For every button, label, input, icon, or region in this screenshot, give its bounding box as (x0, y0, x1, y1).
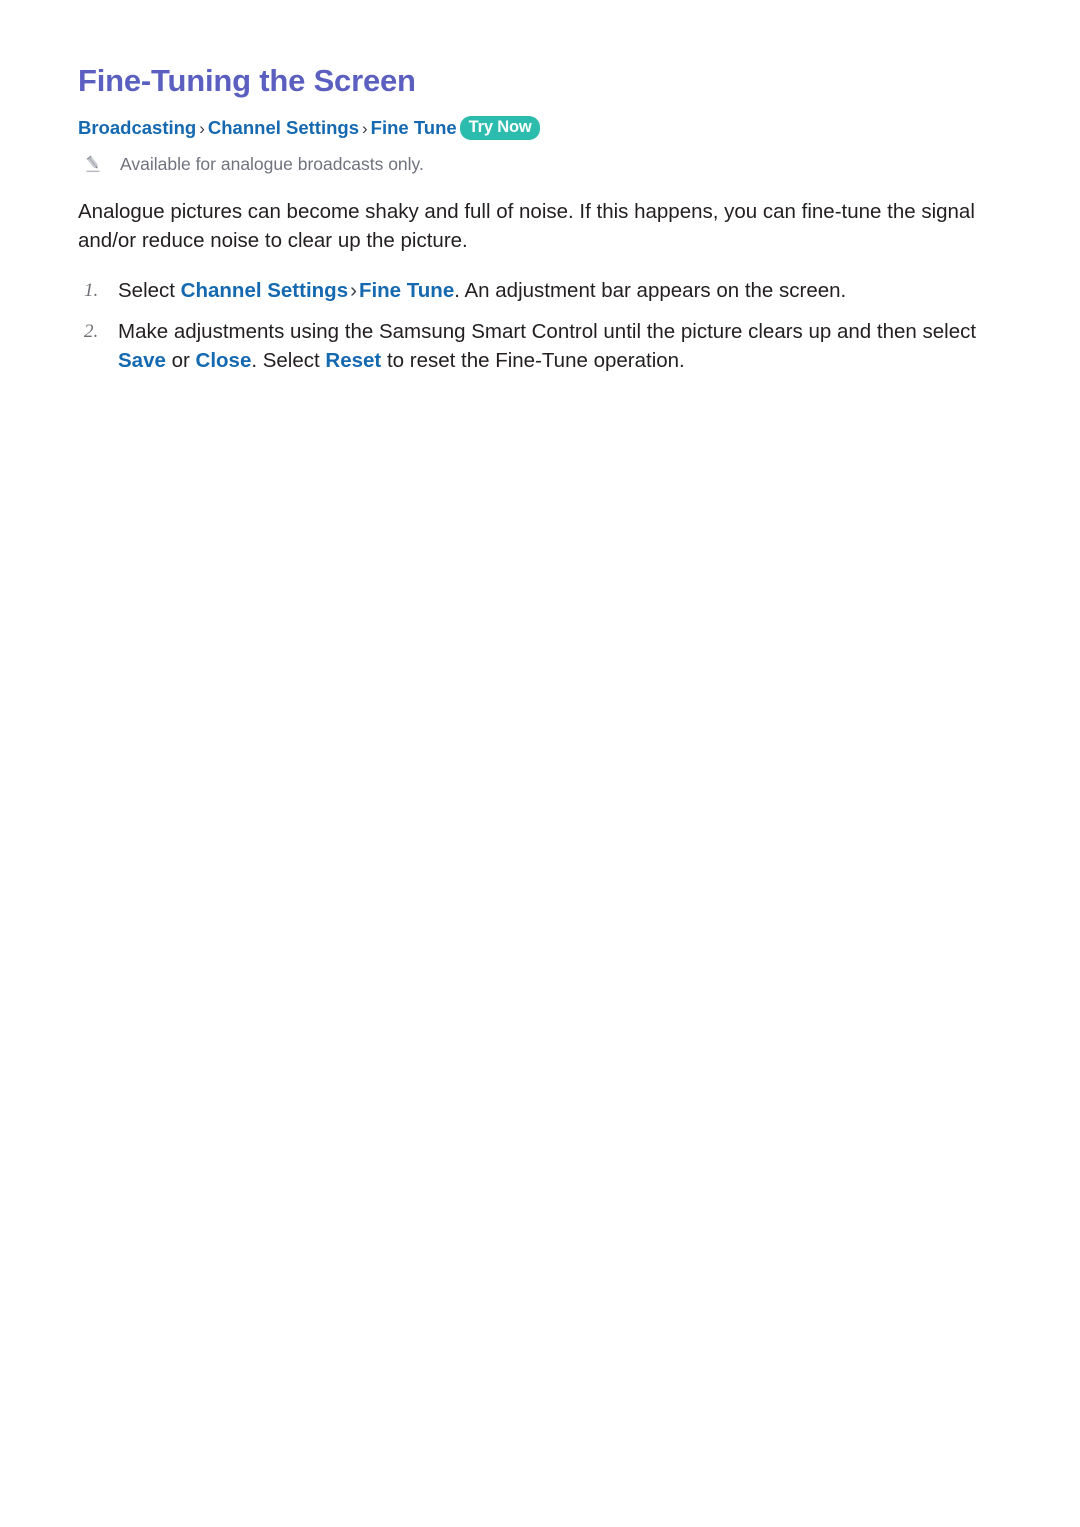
intro-paragraph: Analogue pictures can become shaky and f… (78, 200, 975, 252)
breadcrumb: Broadcasting › Channel Settings › Fine Tune T… (78, 116, 992, 141)
step-item-2: 2. Make adjustments using the Samsung Sm… (78, 317, 992, 375)
step1-link-fine-tune[interactable]: Fine Tune (359, 279, 454, 302)
document-page: Fine-Tuning the Screen Broadcasting › Chan… (0, 0, 1080, 1527)
step-marker: 2. (84, 320, 99, 342)
step1-prefix: Select (118, 278, 181, 302)
note-row: Available for analogue broadcasts only. (78, 153, 992, 175)
step2-mid-text: . Select (251, 348, 326, 372)
step-item-1: 1. Select Channel Settings›Fine Tune. An… (78, 276, 992, 305)
breadcrumb-item-broadcasting[interactable]: Broadcasting (78, 117, 196, 138)
try-now-badge[interactable]: Try Now (459, 116, 541, 140)
pencil-icon (83, 154, 103, 174)
steps-list: 1. Select Channel Settings›Fine Tune. An… (78, 276, 992, 375)
breadcrumb-item-channel-settings[interactable]: Channel Settings (208, 117, 359, 138)
note-text: Available for analogue broadcasts only. (120, 154, 424, 174)
step-text: Select Channel Settings›Fine Tune. An ad… (118, 276, 846, 305)
step2-line1: Make adjustments using the Samsung Smart… (118, 319, 977, 343)
step1-link-channel-settings[interactable]: Channel Settings (181, 279, 348, 302)
step2-or-text: or (165, 348, 196, 372)
step2-tail-text: to reset the Fine-Tune operation. (381, 348, 685, 372)
step2-link-reset[interactable]: Reset (325, 349, 381, 372)
step1-separator-icon: › (350, 278, 357, 302)
breadcrumb-separator-icon: › (199, 119, 205, 138)
step-text: Make adjustments using the Samsung Smart… (118, 317, 992, 375)
step2-link-close[interactable]: Close (196, 349, 252, 372)
breadcrumb-item-fine-tune[interactable]: Fine Tune (371, 117, 457, 138)
step1-suffix: . An adjustment bar appears on the scree… (454, 278, 847, 302)
step-marker: 1. (84, 279, 99, 301)
breadcrumb-separator-icon: › (362, 119, 368, 138)
step2-link-save[interactable]: Save (118, 349, 166, 372)
page-title: Fine-Tuning the Screen (78, 63, 416, 98)
